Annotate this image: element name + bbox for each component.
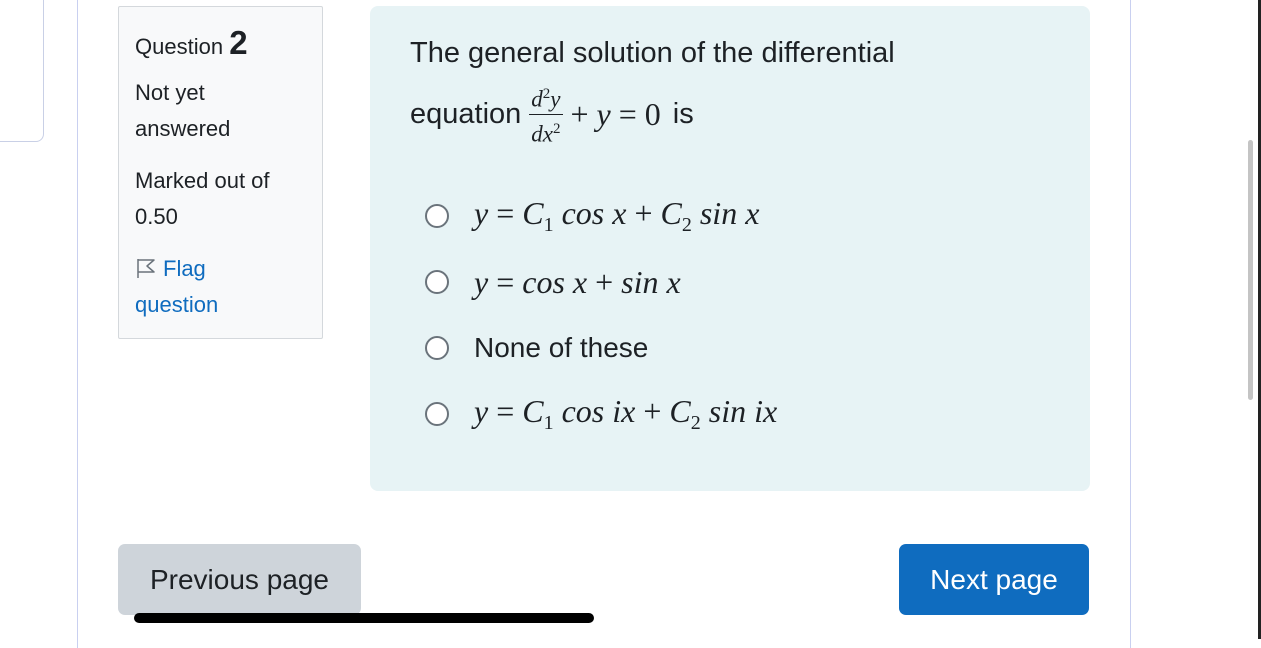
state-line-2: answered [135, 116, 231, 141]
grade-line-2: 0.50 [135, 204, 178, 229]
previous-page-button[interactable]: Previous page [118, 544, 361, 615]
equation-rest: + y = 0 [570, 95, 661, 132]
option-2[interactable]: y = cos x + sin x [425, 262, 681, 302]
flag-question-link[interactable]: Flag question [135, 251, 306, 323]
option-2-radio[interactable] [425, 270, 449, 294]
option-4-label: y = C1 cos ix + C2 sin ix [474, 393, 778, 434]
option-3[interactable]: None of these [425, 328, 648, 368]
option-4-radio[interactable] [425, 402, 449, 426]
option-1[interactable]: y = C1 cos x + C2 sin x [425, 195, 760, 236]
question-state: Not yet answered [135, 75, 306, 147]
question-text-prefix: equation [410, 97, 522, 130]
state-line-1: Not yet [135, 80, 205, 105]
question-label: Question [135, 34, 224, 59]
flag-line-1: Flag [163, 256, 206, 281]
option-1-label: y = C1 cos x + C2 sin x [474, 195, 760, 236]
previous-card-edge [0, 0, 44, 142]
flag-icon [137, 259, 155, 278]
option-1-radio[interactable] [425, 204, 449, 228]
option-2-label: y = cos x + sin x [474, 263, 681, 300]
question-number: 2 [229, 24, 248, 61]
question-grade: Marked out of 0.50 [135, 163, 306, 235]
question-text-line-2: equation d2y dx2 + y = 0 is [410, 82, 694, 146]
flag-line-2: question [135, 292, 219, 317]
question-text-line-1: The general solution of the differential [410, 37, 895, 69]
option-4[interactable]: y = C1 cos ix + C2 sin ix [425, 393, 778, 434]
question-heading: Question 2 [135, 25, 306, 65]
option-3-label: None of these [474, 332, 649, 363]
home-indicator [134, 613, 594, 623]
scrollbar[interactable] [1248, 140, 1253, 400]
option-3-radio[interactable] [425, 336, 449, 360]
question-content: The general solution of the differential… [370, 6, 1090, 491]
grade-line-1: Marked out of [135, 168, 270, 193]
equation-fraction: d2y dx2 [529, 82, 563, 146]
next-page-button[interactable]: Next page [899, 544, 1089, 615]
question-text-suffix: is [672, 97, 694, 130]
question-info-panel: Question 2 Not yet answered Marked out o… [118, 6, 323, 339]
